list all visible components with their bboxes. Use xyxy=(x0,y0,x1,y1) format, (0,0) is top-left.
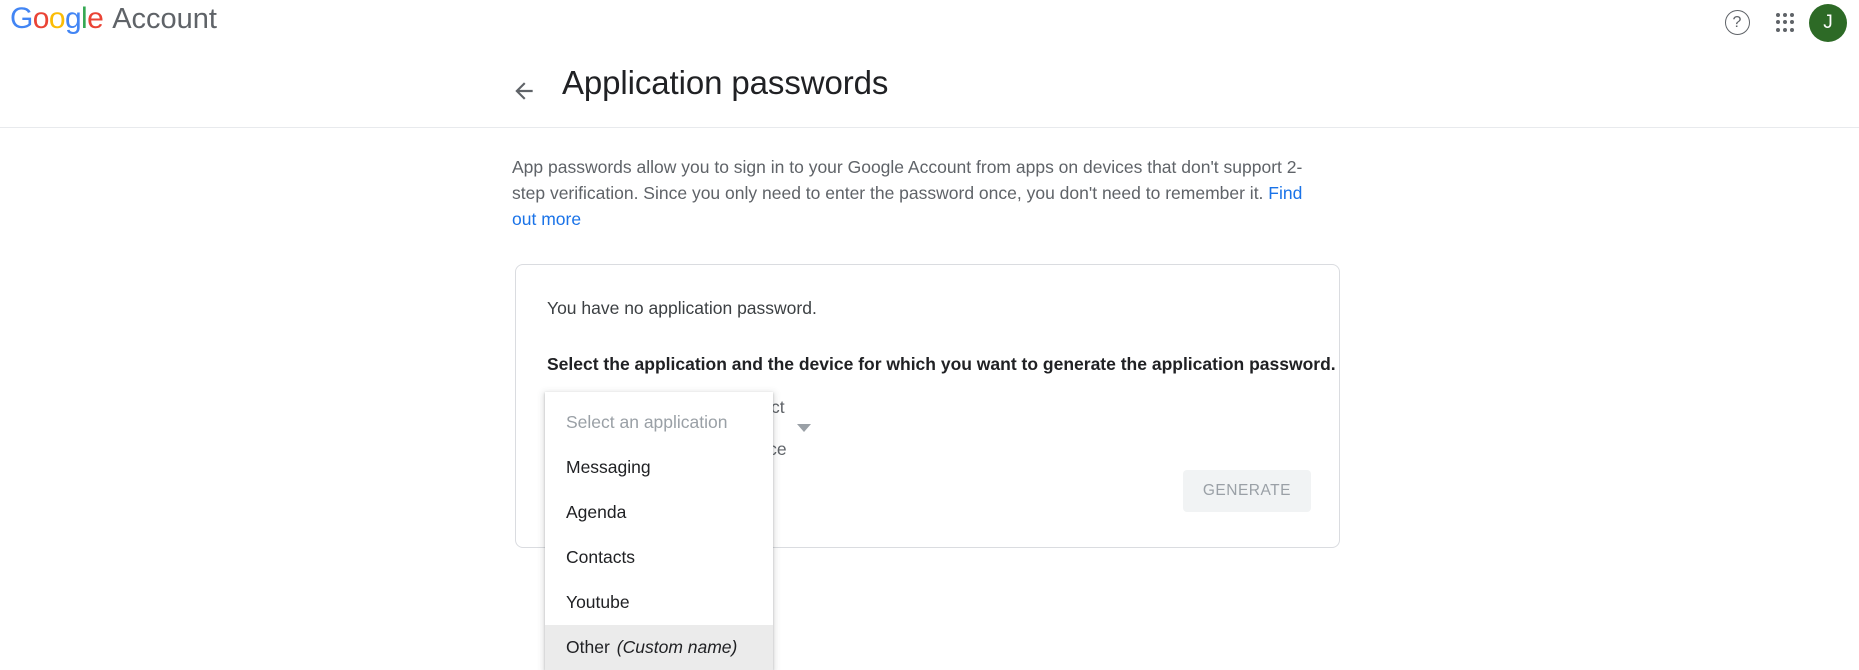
dropdown-option-suffix: (Custom name) xyxy=(616,637,738,657)
description-text: App passwords allow you to sign in to yo… xyxy=(512,155,1330,232)
dropdown-option-label: Other xyxy=(566,637,610,657)
generate-button[interactable]: GENERATE xyxy=(1182,470,1311,512)
arrow-left-icon xyxy=(515,82,533,100)
avatar[interactable]: J xyxy=(1809,3,1847,42)
app-header: Google Account ? J xyxy=(0,0,1859,45)
dropdown-option-label: Youtube xyxy=(566,592,630,612)
dropdown-option-label: Agenda xyxy=(566,502,627,522)
dropdown-option-youtube[interactable]: Youtube xyxy=(545,580,773,625)
header-actions: ? J xyxy=(1713,0,1859,45)
back-button[interactable] xyxy=(511,78,537,104)
google-wordmark: Google xyxy=(10,2,104,36)
logo-letter-e: e xyxy=(87,2,104,35)
dropdown-option-other[interactable]: Other (Custom name) xyxy=(545,625,773,670)
dropdown-option-placeholder[interactable]: Select an application xyxy=(545,400,773,445)
help-icon: ? xyxy=(1724,10,1750,35)
instruction-text: Select the application and the device fo… xyxy=(547,354,1336,374)
dropdown-option-agenda[interactable]: Agenda xyxy=(545,490,773,535)
logo-letter-o2: o xyxy=(48,2,66,35)
page-title-bar: Application passwords xyxy=(0,45,1859,127)
google-apps-button[interactable] xyxy=(1761,0,1809,45)
header-divider xyxy=(0,127,1859,128)
logo-letter-o1: o xyxy=(32,2,50,35)
dropdown-option-label: Select an application xyxy=(566,412,728,432)
description-body: App passwords allow you to sign in to yo… xyxy=(512,157,1303,203)
apps-grid-icon xyxy=(1775,13,1795,32)
application-dropdown-menu: Select an application Messaging Agenda C… xyxy=(545,392,773,670)
no-password-status: You have no application password. xyxy=(547,298,817,318)
dropdown-option-label: Contacts xyxy=(566,547,636,567)
brand-logo[interactable]: Google Account xyxy=(10,2,217,36)
dropdown-option-label: Messaging xyxy=(566,457,651,477)
product-name: Account xyxy=(112,3,217,35)
help-button[interactable]: ? xyxy=(1713,0,1761,45)
logo-letter-g1: G xyxy=(10,2,33,35)
logo-letter-g2: g xyxy=(64,2,82,35)
dropdown-option-contacts[interactable]: Contacts xyxy=(545,535,773,580)
page-title: Application passwords xyxy=(562,64,889,101)
dropdown-option-messaging[interactable]: Messaging xyxy=(545,445,773,490)
chevron-down-icon xyxy=(796,424,811,432)
